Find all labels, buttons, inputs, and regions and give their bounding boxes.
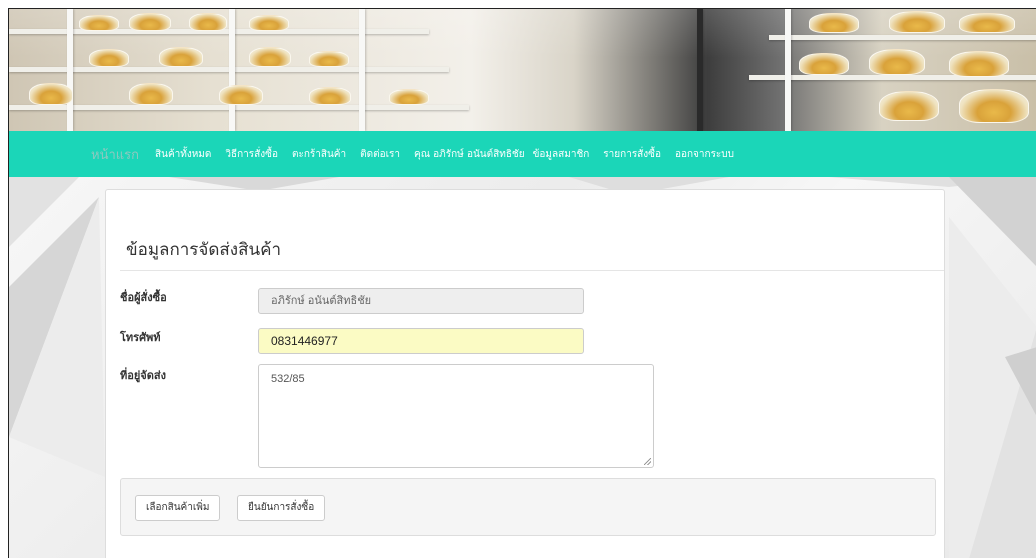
browser-viewport: หน้าแรก สินค้าทั้งหมด วิธีการสั่งซื้อ ตะ… — [8, 8, 1036, 558]
panel-title: ข้อมูลการจัดส่งสินค้า — [126, 240, 282, 260]
nav-user-name[interactable]: คุณ อภิรักษ์ อนันต์สิทธิชัย — [414, 147, 525, 162]
nav-contact[interactable]: ติดต่อเรา — [360, 147, 400, 162]
nav-all-products[interactable]: สินค้าทั้งหมด — [155, 147, 211, 162]
nav-order-list[interactable]: รายการสั่งซื้อ — [603, 147, 661, 162]
nav-home[interactable]: หน้าแรก — [91, 144, 139, 165]
form-actions: เลือกสินค้าเพิ่ม ยืนยันการสั่งซื้อ — [120, 478, 936, 536]
address-label: ที่อยู่จัดส่ง — [120, 369, 166, 382]
header-banner-image — [9, 9, 1036, 131]
nav-how-to-order[interactable]: วิธีการสั่งซื้อ — [225, 147, 278, 162]
nav-cart[interactable]: ตะกร้าสินค้า — [292, 147, 346, 162]
nav-member-info[interactable]: ข้อมูลสมาชิก — [533, 147, 590, 162]
phone-field[interactable]: 0831446977 — [258, 328, 584, 354]
phone-label: โทรศัพท์ — [120, 331, 161, 344]
buyer-name-label: ชื่อผู้สั่งซื้อ — [120, 291, 167, 304]
textarea-resize-handle[interactable] — [644, 458, 651, 465]
address-textarea[interactable]: 532/85 — [258, 364, 654, 468]
confirm-order-button[interactable]: ยืนยันการสั่งซื้อ — [237, 495, 326, 521]
nav-logout[interactable]: ออกจากระบบ — [675, 147, 734, 162]
top-navigation: หน้าแรก สินค้าทั้งหมด วิธีการสั่งซื้อ ตะ… — [9, 131, 1036, 177]
divider — [120, 270, 944, 271]
address-text: 532/85 — [271, 373, 305, 385]
shipping-info-panel: ข้อมูลการจัดส่งสินค้า ชื่อผู้สั่งซื้อ อภ… — [105, 189, 945, 558]
select-more-products-button[interactable]: เลือกสินค้าเพิ่ม — [135, 495, 221, 521]
buyer-name-field: อภิรักษ์ อนันต์สิทธิชัย — [258, 288, 584, 314]
